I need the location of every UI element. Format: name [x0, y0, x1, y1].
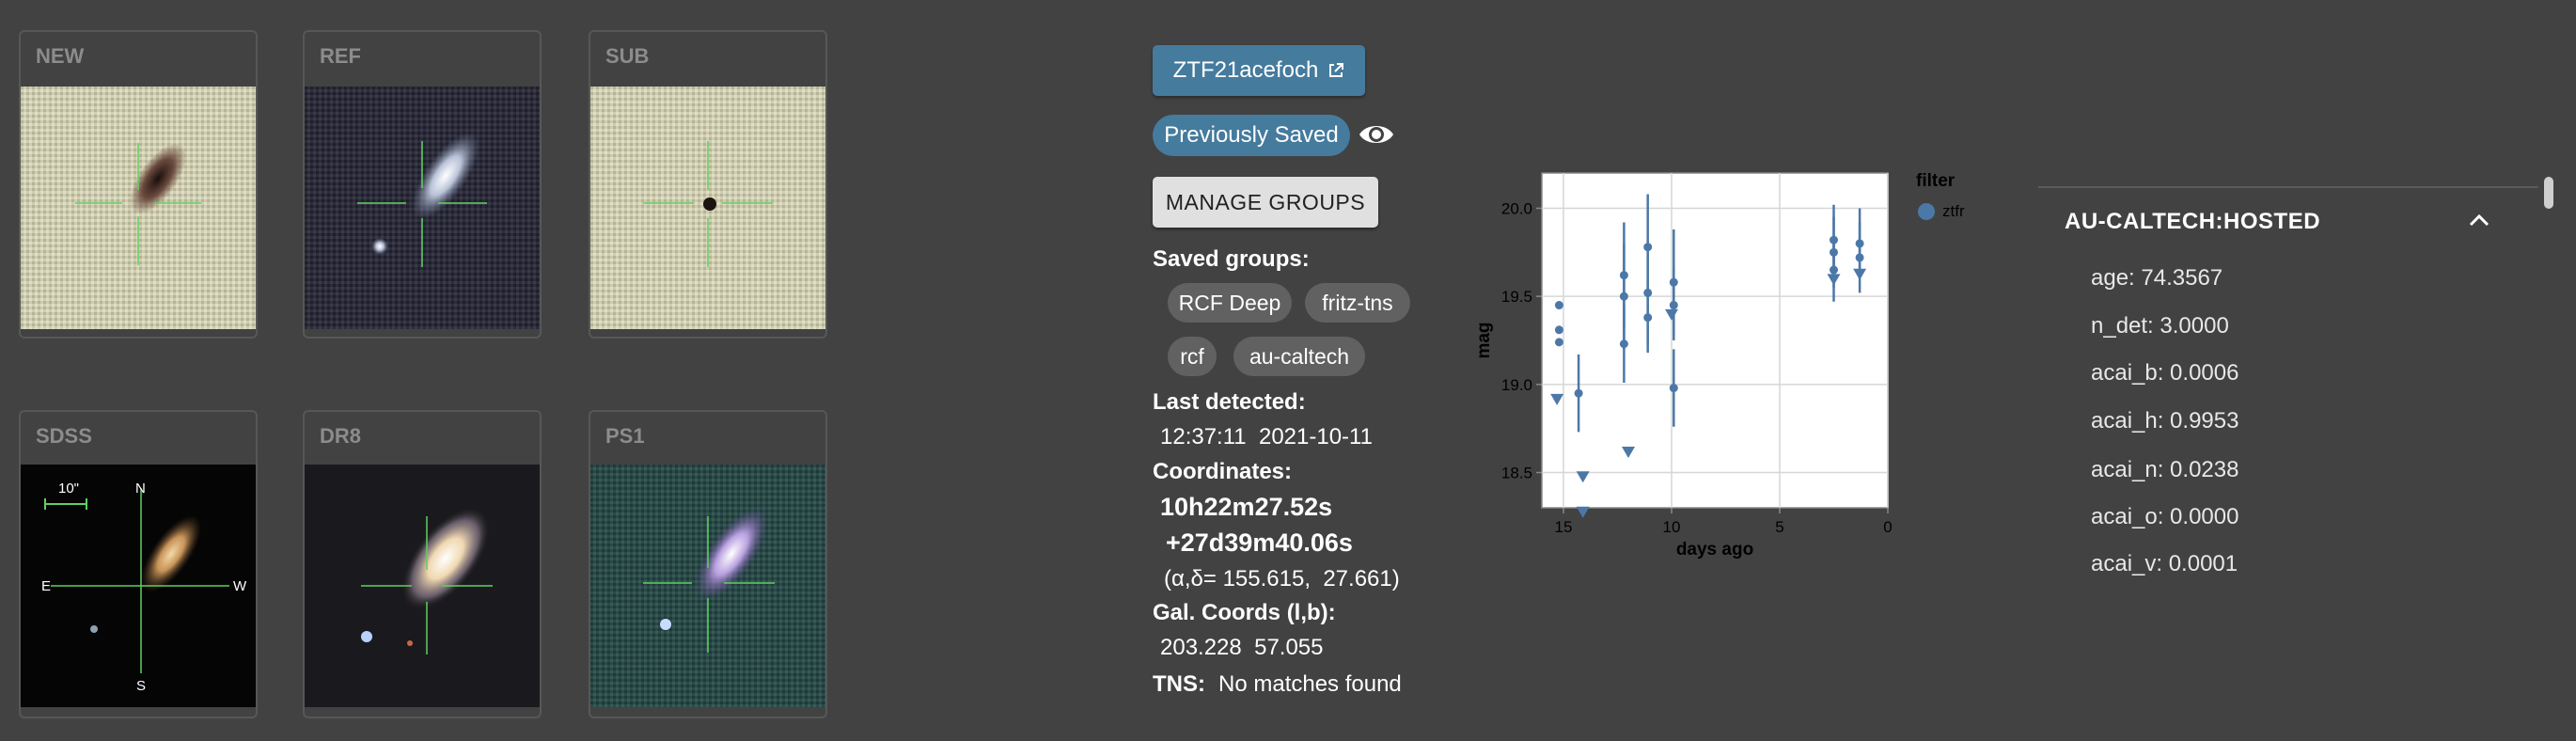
saved-groups-label: Saved groups:: [1153, 246, 1310, 272]
detection-point: [1554, 301, 1563, 310]
thumbnail-sdss[interactable]: SDSS 10" N E W S: [19, 410, 258, 718]
thumbnail-image-ps1: [590, 465, 825, 707]
manage-groups-button[interactable]: MANAGE GROUPS: [1153, 177, 1378, 228]
previously-saved-chip[interactable]: Previously Saved: [1153, 115, 1350, 156]
thumbnail-ps1[interactable]: PS1: [589, 410, 827, 718]
classification-row-acai-v: acai_v: 0.0001: [2091, 551, 2238, 576]
panel-title[interactable]: AU-CALTECH:HOSTED: [2065, 209, 2320, 235]
dec-value: +27d39m40.06s: [1166, 528, 1353, 557]
detection-point: [1830, 235, 1838, 244]
source-name-button[interactable]: ZTF21acefoch: [1153, 45, 1365, 96]
ra-value: 10h22m27.52s: [1160, 493, 1333, 521]
detection-point: [1669, 384, 1678, 393]
x-axis-label: days ago: [1676, 540, 1753, 560]
radec-degrees: (α,δ= 155.615, 27.661): [1164, 566, 1400, 591]
y-tick-label: 20.0: [1501, 199, 1532, 217]
thumbnail-ref[interactable]: REF: [303, 30, 542, 339]
scale-bar-label: 10": [58, 481, 79, 497]
x-tick-label: 5: [1775, 518, 1783, 536]
last-detected-value: 12:37:11 2021-10-11: [1160, 424, 1373, 449]
group-chip-rcf-deep[interactable]: RCF Deep: [1168, 283, 1292, 323]
classification-row-ndet: n_det: 3.0000: [2091, 313, 2229, 339]
detection-point: [1574, 388, 1583, 398]
group-chip-au-caltech[interactable]: au-caltech: [1233, 337, 1365, 376]
y-tick-label: 18.5: [1501, 465, 1532, 482]
thumbnail-new[interactable]: NEW: [19, 30, 258, 339]
detection-point: [1669, 277, 1678, 287]
classification-row-acai-h: acai_h: 0.9953: [2091, 408, 2239, 434]
y-tick-label: 19.0: [1501, 376, 1532, 394]
group-chip-fritz-tns[interactable]: fritz-tns: [1305, 283, 1410, 323]
thumbnail-dr8[interactable]: DR8: [303, 410, 542, 718]
source-name: ZTF21acefoch: [1172, 57, 1319, 83]
thumbnail-image-dr8: [305, 465, 540, 707]
scrollbar[interactable]: [2544, 177, 2553, 209]
legend-title: filter: [1916, 171, 1956, 191]
galactic-coords-value: 203.228 57.055: [1160, 635, 1324, 660]
legend-ztfr-label: ztfr: [1942, 202, 1965, 220]
thumbnail-sub[interactable]: SUB: [589, 30, 827, 339]
group-chip-rcf[interactable]: rcf: [1168, 337, 1217, 376]
detection-point: [1619, 271, 1628, 280]
thumbnail-image-ref: [305, 87, 540, 329]
detection-point: [1554, 325, 1563, 335]
galactic-coords-label: Gal. Coords (l,b):: [1153, 600, 1336, 625]
compass-west-label: W: [233, 578, 247, 594]
thumbnail-image-sdss: 10" N E W S: [21, 465, 256, 707]
compass-south-label: S: [136, 678, 146, 694]
detection-point: [1643, 243, 1653, 252]
previously-saved-label: Previously Saved: [1164, 122, 1339, 148]
classification-row-acai-b: acai_b: 0.0006: [2091, 360, 2239, 386]
thumbnail-label: PS1: [605, 424, 645, 448]
thumbnail-label: REF: [320, 44, 361, 68]
panel-divider: [2038, 186, 2538, 188]
tns-label: TNS:: [1153, 671, 1205, 697]
thumbnail-label: NEW: [36, 44, 85, 68]
plot-area: [1541, 172, 1889, 509]
compass-east-label: E: [41, 578, 51, 594]
classification-row-acai-o: acai_o: 0.0000: [2091, 504, 2239, 529]
thumbnail-image-new: [21, 87, 256, 329]
last-detected-label: Last detected:: [1153, 389, 1306, 415]
thumbnail-image-sub: [590, 87, 825, 329]
detection-point: [1855, 239, 1864, 248]
coordinates-label: Coordinates:: [1153, 459, 1293, 484]
y-axis-label: mag: [1474, 322, 1494, 358]
external-link-icon: [1329, 63, 1344, 77]
thumbnail-label: SDSS: [36, 424, 92, 448]
thumbnail-label: SUB: [605, 44, 650, 68]
upper-limit-marker: [1576, 506, 1590, 518]
compass-north-label: N: [135, 481, 146, 497]
y-tick-label: 19.5: [1501, 288, 1532, 306]
x-tick-label: 15: [1555, 518, 1573, 536]
detection-point: [1554, 338, 1563, 347]
classification-row-age: age: 74.3567: [2091, 265, 2223, 291]
tns-value: No matches found: [1218, 671, 1402, 697]
eye-icon[interactable]: [1358, 118, 1395, 150]
classification-row-acai-n: acai_n: 0.0238: [2091, 457, 2239, 482]
thumbnail-label: DR8: [320, 424, 362, 448]
x-tick-label: 10: [1663, 518, 1681, 536]
legend-ztfr-swatch: [1918, 203, 1935, 220]
chevron-up-icon[interactable]: [2467, 209, 2491, 233]
light-curve-plot[interactable]: 15 10 5 0 18.5 19.0 19.5 20.0 days ago mag: [1467, 160, 1908, 574]
x-tick-label: 0: [1883, 518, 1892, 536]
